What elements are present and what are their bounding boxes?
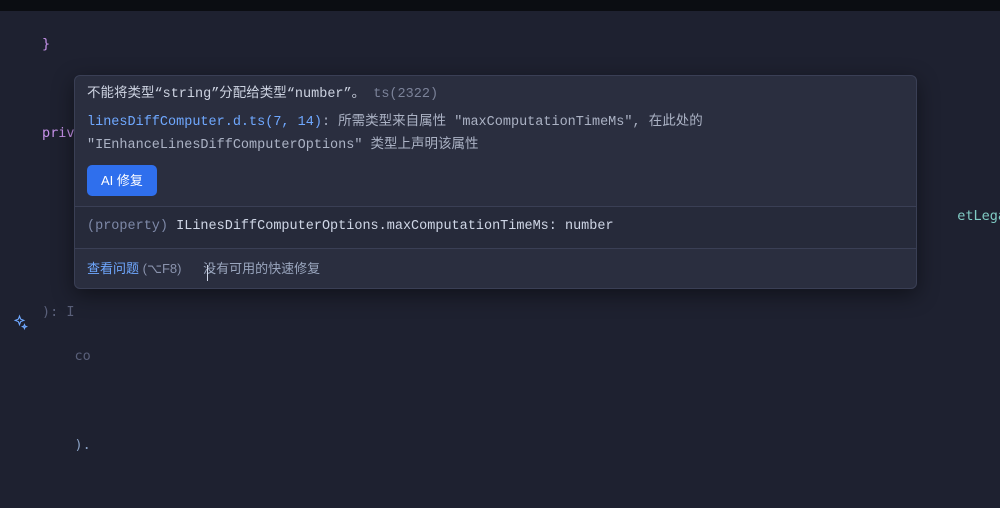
ai-fix-button[interactable]: AI 修复 bbox=[87, 165, 157, 196]
related-source-msg: : 所需类型来自属性 "maxComputationTimeMs", 在此处的 bbox=[322, 115, 703, 130]
text-cursor-icon bbox=[207, 265, 208, 281]
body-cut: co bbox=[42, 348, 91, 364]
hover-actions: 查看问题 (⌥F8) 没有可用的快速修复 bbox=[75, 249, 916, 288]
editor-viewport: } private computeDiff( or ne co ): I co … bbox=[0, 0, 1000, 508]
ai-suggestion-gutter-icon[interactable] bbox=[10, 313, 28, 331]
hover-error-section: 不能将类型“string”分配给类型“number”。 ts(2322) lin… bbox=[75, 76, 916, 206]
error-code: ts(2322) bbox=[373, 87, 438, 102]
no-quickfix-label: 没有可用的快速修复 bbox=[203, 261, 320, 276]
blank-line bbox=[42, 479, 1000, 501]
hover-error-widget[interactable]: 不能将类型“string”分配给类型“number”。 ts(2322) lin… bbox=[74, 75, 917, 289]
hover-type-signature: (property) ILinesDiffComputerOptions.max… bbox=[75, 207, 916, 247]
related-source-msg-2: "IEnhanceLinesDiffComputerOptions" 类型上声明… bbox=[87, 135, 904, 157]
gutter bbox=[0, 11, 38, 508]
close-paren: ). bbox=[75, 437, 91, 453]
keybinding-label: (⌥F8) bbox=[143, 261, 182, 276]
sig-kind: (property) bbox=[87, 219, 168, 234]
view-problem-link[interactable]: 查看问题 (⌥F8) bbox=[87, 261, 185, 276]
brace: } bbox=[42, 36, 50, 52]
return-cut: ): I bbox=[42, 304, 75, 320]
sig-text: ILinesDiffComputerOptions.maxComputation… bbox=[168, 219, 614, 234]
blank-line bbox=[42, 390, 1000, 412]
related-source-link[interactable]: linesDiffComputer.d.ts(7, 14) bbox=[87, 115, 322, 130]
indent bbox=[42, 437, 75, 453]
error-message: 不能将类型“string”分配给类型“number”。 bbox=[87, 87, 365, 102]
truncated-code-right: etLega bbox=[957, 205, 1000, 227]
titlebar-strip bbox=[0, 0, 1000, 11]
